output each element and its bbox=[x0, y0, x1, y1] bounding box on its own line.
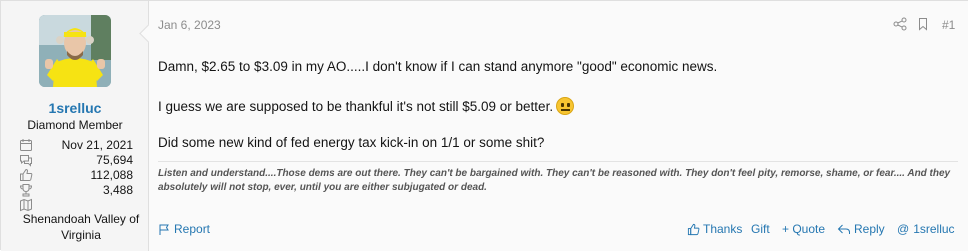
stat-value: 75,694 bbox=[96, 153, 133, 167]
location-icon bbox=[19, 198, 33, 212]
username[interactable]: 1srelluc bbox=[1, 100, 149, 116]
user-title: Diamond Member bbox=[27, 118, 123, 132]
post-paragraph-with-smilie: I guess we are supposed to be thankful i… bbox=[158, 97, 575, 115]
mention-label: 1srelluc bbox=[913, 222, 955, 236]
stat-reactions: 112,088 bbox=[19, 168, 133, 183]
quote-button[interactable]: + Quote bbox=[782, 222, 825, 236]
stat-value: 3,488 bbox=[102, 183, 133, 197]
stat-joined: Nov 21, 2021 bbox=[19, 138, 133, 153]
post-paragraph: Did some new kind of fed energy tax kick… bbox=[158, 135, 545, 150]
reply-label: Reply bbox=[854, 222, 885, 236]
stat-messages: 75,694 bbox=[19, 153, 133, 168]
thumbs-up-icon bbox=[19, 168, 33, 182]
avatar[interactable] bbox=[39, 15, 111, 87]
stat-value: 112,088 bbox=[90, 168, 134, 182]
forum-post: 1srelluc Diamond Member Nov 21, 2021 75,… bbox=[0, 0, 968, 251]
signature: Listen and understand....Those dems are … bbox=[158, 161, 958, 195]
quote-label: + Quote bbox=[782, 222, 826, 236]
mention-button[interactable]: @1srelluc bbox=[897, 222, 955, 236]
bookmark-icon[interactable] bbox=[916, 17, 930, 31]
stat-points: 3,488 bbox=[19, 183, 133, 198]
report-label: Report bbox=[174, 222, 211, 236]
report-button[interactable]: Report bbox=[158, 222, 210, 236]
thanks-button[interactable]: Thanks bbox=[687, 222, 742, 236]
post-paragraph: Damn, $2.65 to $3.09 in my AO.....I don'… bbox=[158, 59, 718, 74]
gift-label: Gift bbox=[751, 222, 770, 236]
thumbs-up-icon bbox=[687, 223, 700, 236]
user-sidebar: 1srelluc Diamond Member Nov 21, 2021 75,… bbox=[1, 1, 149, 251]
stat-value: Nov 21, 2021 bbox=[61, 138, 133, 152]
post-main: Jan 6, 2023 #1 Damn, $2.65 to $3.09 in m… bbox=[149, 1, 968, 251]
user-location[interactable]: Shenandoah Valley of Virginia bbox=[21, 211, 141, 243]
share-icon[interactable] bbox=[893, 17, 907, 31]
gift-button[interactable]: Gift bbox=[751, 222, 770, 236]
post-date[interactable]: Jan 6, 2023 bbox=[158, 18, 221, 32]
at-icon: @ bbox=[897, 222, 910, 236]
calendar-icon bbox=[19, 138, 33, 152]
reply-arrow-icon bbox=[837, 224, 850, 234]
reply-button[interactable]: Reply bbox=[837, 222, 885, 236]
thanks-label: Thanks bbox=[703, 222, 743, 236]
messages-icon bbox=[19, 153, 33, 167]
neutral-face-smilie-icon bbox=[556, 97, 575, 115]
flag-icon bbox=[159, 224, 169, 235]
post-number[interactable]: #1 bbox=[942, 18, 955, 32]
post-paragraph: I guess we are supposed to be thankful i… bbox=[158, 99, 554, 114]
trophy-icon bbox=[19, 183, 33, 197]
